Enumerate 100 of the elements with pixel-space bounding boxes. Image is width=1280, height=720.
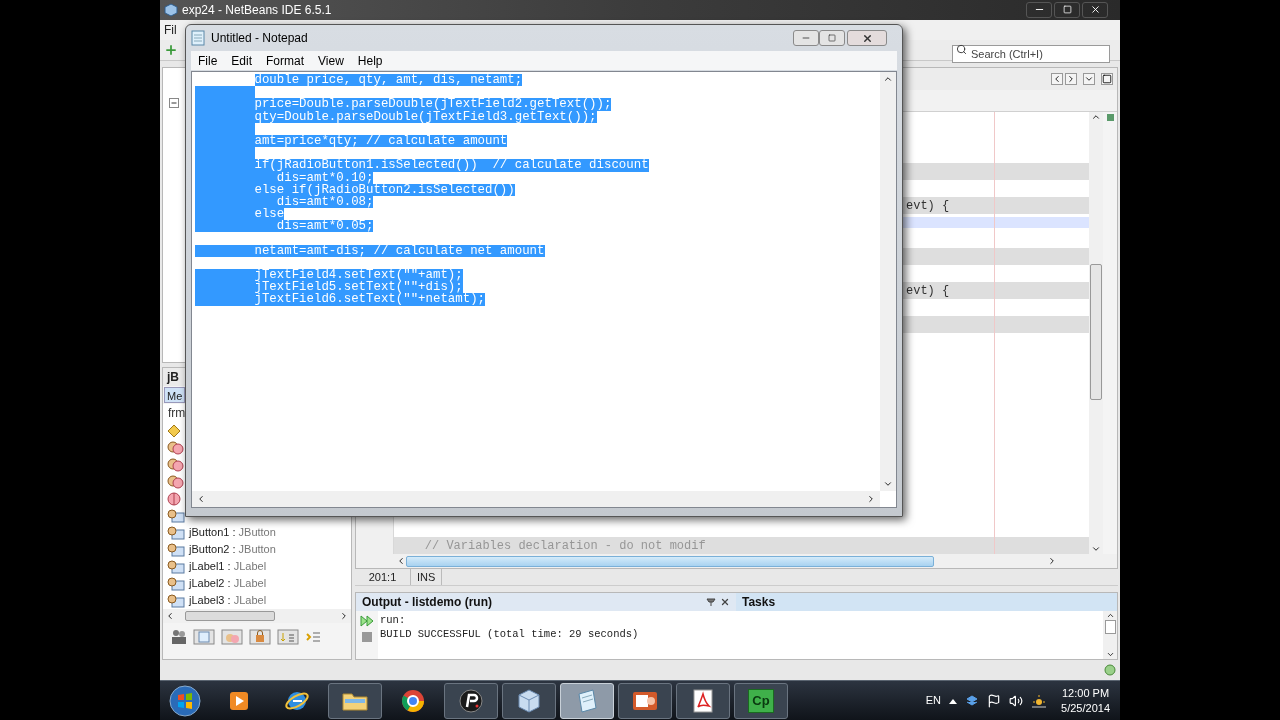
menu-item[interactable]: Edit (231, 51, 253, 70)
stop-icon[interactable] (361, 631, 373, 644)
language-indicator[interactable]: EN (925, 692, 942, 709)
windows-logo-icon (169, 684, 201, 717)
tree-item[interactable]: jButton2 : JButton (189, 541, 276, 558)
component-icon (167, 576, 185, 591)
sun-icon[interactable] (1031, 693, 1048, 708)
component-icon (167, 593, 185, 608)
panel-title: Output - listdemo (run) (362, 594, 492, 612)
bean-icon (167, 457, 185, 472)
taskbar-app-button[interactable] (328, 682, 382, 719)
rerun-icon[interactable] (360, 615, 374, 628)
bean-icon (167, 440, 185, 455)
maximize-button[interactable] (1054, 1, 1080, 18)
maximize-icon[interactable] (1101, 73, 1113, 86)
separator-icon (167, 491, 181, 506)
cursor-position: 201:1 (355, 569, 411, 586)
taskbar-app-button[interactable] (676, 682, 730, 719)
notepad-icon (575, 687, 599, 714)
panel-tab[interactable]: Tasks (736, 593, 1117, 612)
taskbar-app-button[interactable] (444, 682, 498, 719)
close-icon (1089, 4, 1101, 16)
code-line: evt) { (906, 197, 950, 215)
people-icon[interactable] (171, 629, 187, 646)
close-icon[interactable] (720, 597, 730, 608)
close-button[interactable] (847, 30, 887, 46)
scroll-right-icon[interactable] (866, 494, 876, 504)
scroll-tabs-right-icon[interactable] (1065, 73, 1077, 86)
maximize-button[interactable] (819, 30, 845, 46)
search-field[interactable]: Search (Ctrl+I) (952, 44, 1110, 63)
tree-item[interactable]: jButton1 : JButton (189, 524, 276, 541)
add-icon[interactable] (164, 42, 178, 57)
speaker-icon[interactable] (1009, 693, 1024, 708)
insert-mode: INS (411, 569, 443, 586)
scroll-right-icon[interactable] (339, 611, 349, 622)
code-comment: // Variables declaration - do not modif (423, 537, 706, 555)
clock-time[interactable]: 12:00 PM (1062, 685, 1110, 701)
taskbar-app-button[interactable]: Cp (734, 682, 788, 719)
scroll-thumb[interactable] (406, 555, 934, 567)
clock-date[interactable]: 5/25/2014 (1061, 700, 1110, 716)
scroll-left-icon[interactable] (196, 494, 206, 504)
output-line: BUILD SUCCESSFUL (total time: 29 seconds) (380, 627, 640, 642)
scroll-thumb[interactable] (185, 611, 275, 622)
dropdown-icon[interactable] (1083, 73, 1095, 86)
panel-tab[interactable]: Me (164, 387, 186, 404)
maximize-icon (828, 34, 836, 42)
menu-item[interactable]: File (198, 51, 218, 70)
menu-item[interactable]: Fil (164, 20, 177, 39)
taskbar-app-button[interactable] (502, 682, 556, 719)
scroll-up-icon[interactable] (883, 74, 893, 84)
scroll-down-icon[interactable] (883, 479, 893, 489)
status-marker (1106, 114, 1114, 122)
horizontal-scrollbar[interactable] (192, 491, 880, 507)
cube-icon (164, 2, 178, 17)
maximize-icon (1062, 5, 1072, 15)
vertical-scrollbar[interactable] (1089, 112, 1103, 555)
window-title: Untitled - Notepad (211, 30, 308, 47)
menu-item[interactable]: View (318, 51, 344, 70)
minimize-button[interactable] (793, 30, 819, 46)
pdf-icon (691, 687, 715, 714)
lock-icon[interactable] (249, 629, 271, 646)
status-icon (1104, 664, 1116, 677)
output-line: run: (380, 613, 407, 628)
collapse-icon[interactable] (169, 98, 179, 109)
scroll-thumb[interactable] (1104, 620, 1116, 635)
tree-item[interactable]: jLabel2 : JLabel (189, 575, 267, 592)
close-button[interactable] (1082, 1, 1108, 18)
code-line: evt) { (906, 282, 950, 300)
flag-icon[interactable] (987, 693, 1002, 708)
tree-root[interactable]: frm (168, 404, 186, 423)
scroll-right-icon[interactable] (1047, 556, 1057, 567)
panel-title: jB (167, 369, 179, 387)
menu-item[interactable]: Format (266, 51, 305, 70)
taskbar-app-button[interactable] (618, 682, 672, 719)
scroll-thumb[interactable] (1090, 264, 1102, 401)
menu-item[interactable]: Help (357, 51, 383, 70)
component-icon (167, 508, 185, 523)
vertical-scrollbar[interactable] (1103, 611, 1117, 660)
close-icon (861, 32, 873, 44)
component-icon (167, 559, 185, 574)
component-icon (167, 542, 185, 557)
scroll-left-icon[interactable] (396, 556, 406, 567)
scroll-left-icon[interactable] (165, 611, 175, 622)
pin-icon[interactable] (706, 597, 716, 608)
app-icon (458, 687, 484, 714)
horizontal-scrollbar[interactable] (163, 609, 351, 624)
diamond-icon (167, 423, 181, 438)
scroll-tabs-left-icon[interactable] (1051, 73, 1063, 86)
bean-icon (167, 474, 185, 489)
vertical-scrollbar[interactable] (880, 72, 896, 491)
search-icon (956, 43, 967, 55)
box-icon[interactable] (965, 693, 980, 708)
tree-item[interactable]: jLabel1 : JLabel (189, 558, 267, 575)
show-hidden-icons-icon[interactable] (949, 697, 958, 704)
notepad-icon (191, 30, 205, 46)
window-title: exp24 - NetBeans IDE 6.5.1 (182, 1, 332, 19)
component-icon (167, 525, 185, 540)
horizontal-scrollbar[interactable] (356, 554, 1117, 569)
tree-item[interactable]: jLabel3 : JLabel (189, 592, 267, 609)
cube-icon (516, 687, 542, 714)
